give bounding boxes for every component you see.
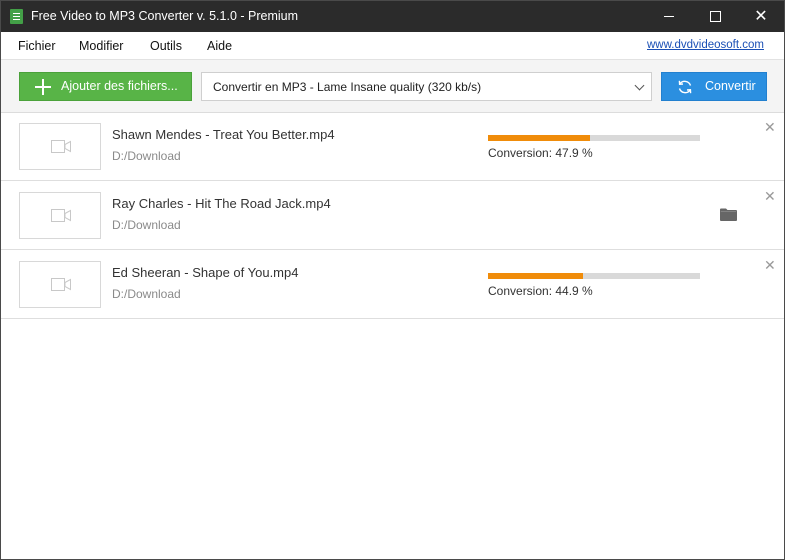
file-row[interactable]: Shawn Mendes - Treat You Better.mp4 D:/D… [1, 112, 784, 181]
menu-fichier[interactable]: Fichier [18, 39, 56, 53]
maximize-button[interactable] [692, 1, 738, 32]
file-path: D:/Download [112, 218, 181, 232]
convert-button[interactable]: Convertir [661, 72, 767, 101]
menu-modifier[interactable]: Modifier [79, 39, 123, 53]
file-path: D:/Download [112, 287, 181, 301]
folder-icon[interactable] [720, 208, 737, 221]
file-row[interactable]: Ray Charles - Hit The Road Jack.mp4 D:/D… [1, 181, 784, 250]
file-name: Ed Sheeran - Shape of You.mp4 [112, 265, 299, 280]
website-link[interactable]: www.dvdvideosoft.com [647, 39, 764, 51]
plus-icon [35, 79, 51, 95]
conversion-status: Conversion: 44.9 % [488, 284, 593, 298]
add-files-label: Ajouter des fichiers... [61, 79, 178, 93]
minimize-icon [664, 16, 674, 17]
chevron-down-icon [634, 80, 645, 91]
close-icon[interactable]: ✕ [764, 258, 776, 272]
format-dropdown[interactable]: Convertir en MP3 - Lame Insane quality (… [201, 72, 652, 101]
progress-fill [488, 273, 584, 279]
progress-bar [488, 273, 700, 279]
refresh-icon [678, 80, 692, 94]
add-files-button[interactable]: Ajouter des fichiers... [19, 72, 192, 101]
maximize-icon [709, 11, 721, 22]
file-row[interactable]: Ed Sheeran - Shape of You.mp4 D:/Downloa… [1, 250, 784, 319]
video-camera-icon [51, 278, 71, 291]
file-name: Shawn Mendes - Treat You Better.mp4 [112, 127, 335, 142]
convert-label: Convertir [705, 79, 756, 93]
format-selected-value: Convertir en MP3 - Lame Insane quality (… [213, 80, 482, 94]
close-icon[interactable]: ✕ [764, 189, 776, 203]
toolbar: Ajouter des fichiers... Convertir en MP3… [1, 59, 784, 113]
close-icon[interactable]: ✕ [764, 120, 776, 134]
close-window-button[interactable]: ✕ [738, 1, 784, 32]
window-title: Free Video to MP3 Converter v. 5.1.0 - P… [31, 9, 299, 23]
close-icon: ✕ [754, 7, 768, 25]
video-thumbnail [19, 123, 101, 170]
conversion-status: Conversion: 47.9 % [488, 146, 593, 160]
progress-fill [488, 135, 590, 141]
app-icon [10, 9, 23, 24]
menu-bar: Fichier Modifier Outils Aide www.dvdvide… [1, 32, 784, 59]
file-path: D:/Download [112, 149, 181, 163]
video-thumbnail [19, 192, 101, 239]
progress-bar [488, 135, 700, 141]
video-thumbnail [19, 261, 101, 308]
file-name: Ray Charles - Hit The Road Jack.mp4 [112, 196, 331, 211]
title-bar[interactable]: Free Video to MP3 Converter v. 5.1.0 - P… [1, 1, 784, 32]
menu-aide[interactable]: Aide [207, 39, 232, 53]
app-window: Free Video to MP3 Converter v. 5.1.0 - P… [0, 0, 785, 560]
menu-outils[interactable]: Outils [150, 39, 182, 53]
video-camera-icon [51, 140, 71, 153]
minimize-button[interactable] [646, 1, 692, 32]
video-camera-icon [51, 209, 71, 222]
file-list: Shawn Mendes - Treat You Better.mp4 D:/D… [1, 112, 784, 319]
